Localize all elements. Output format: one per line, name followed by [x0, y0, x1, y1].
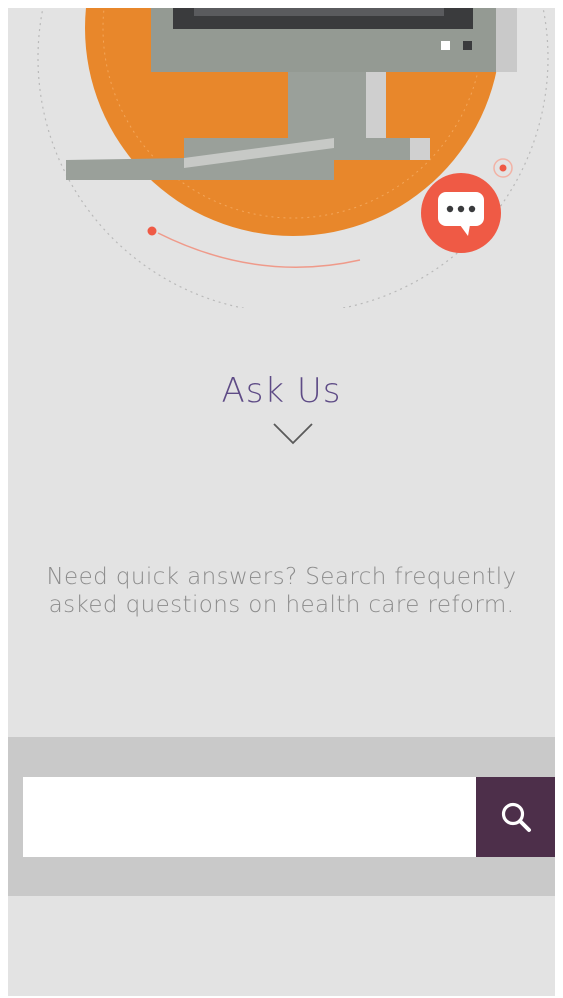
- monitor-neck: [288, 72, 368, 138]
- red-dot-right: [499, 164, 507, 172]
- chat-bubble-icon: [421, 173, 501, 253]
- faq-description: Need quick answers? Search frequently as…: [46, 564, 517, 618]
- ask-us-page: Ask Us Need quick answers? Search freque…: [8, 8, 555, 996]
- ask-us-title[interactable]: Ask Us: [8, 371, 555, 411]
- monitor-neck-side: [366, 72, 386, 138]
- monitor-side: [496, 8, 517, 72]
- computer-monitor-illustration: [37, 8, 549, 308]
- monitor-led-white: [441, 41, 450, 50]
- search-button[interactable]: [476, 777, 555, 857]
- search-input[interactable]: [23, 777, 476, 857]
- monitor-screen-glare: [194, 8, 444, 16]
- monitor-base-side: [410, 138, 430, 160]
- red-dot-left: [147, 226, 157, 236]
- monitor-led-dark: [463, 41, 472, 50]
- chevron-down-icon[interactable]: [272, 422, 314, 446]
- red-arc: [157, 232, 361, 268]
- search-band: [8, 737, 555, 896]
- hero-illustration: [8, 8, 555, 308]
- search-icon: [501, 802, 531, 832]
